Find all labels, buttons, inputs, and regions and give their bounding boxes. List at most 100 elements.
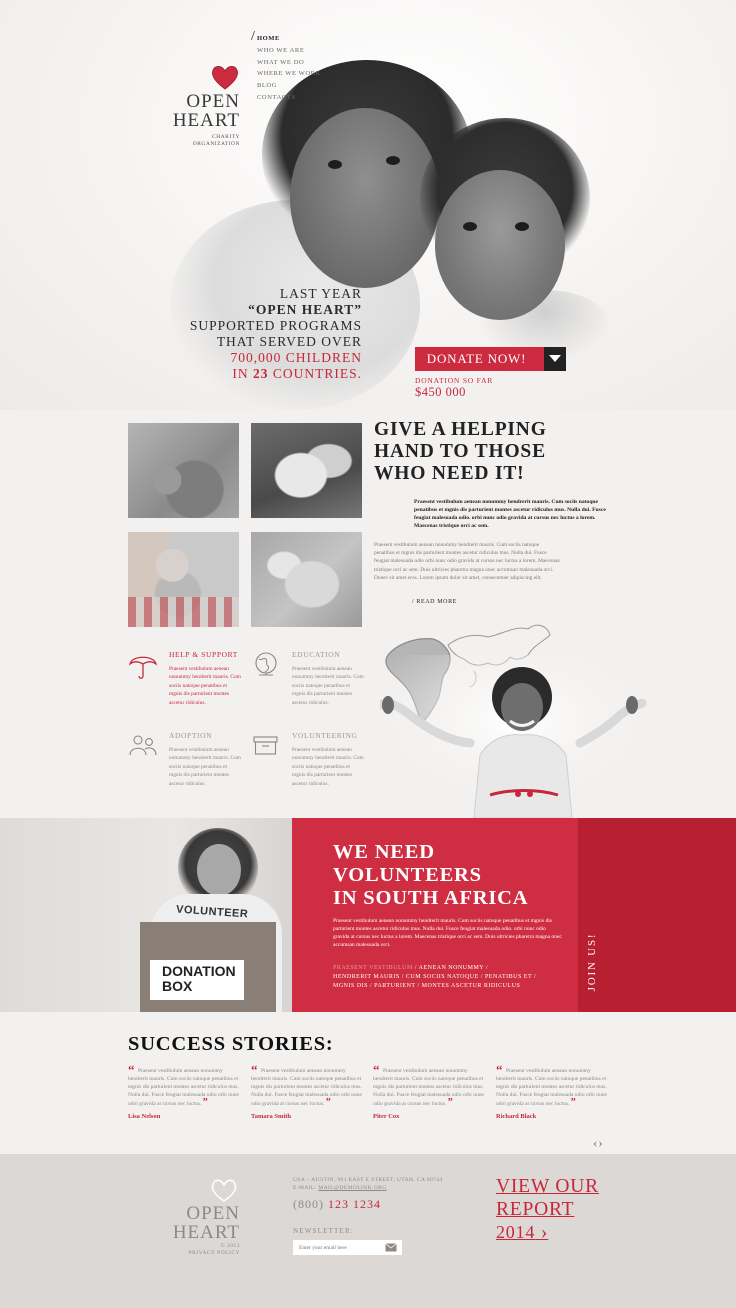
globe-icon [255, 652, 277, 676]
quote-open-icon: “ [373, 1062, 380, 1077]
envelope-icon[interactable] [385, 1243, 397, 1252]
quote-close-icon: ” [447, 1097, 453, 1109]
tagline-countries: IN 23 COUNTRIES. [232, 366, 362, 381]
nav-item-home[interactable]: HOME [257, 33, 321, 45]
newsletter-label: NEWSLETTER: [293, 1227, 355, 1235]
feature-text: Praesent vestibulum aenean nonummy hendr… [169, 747, 241, 787]
photo-girl-with-doll [128, 532, 239, 627]
donation-box-label: DONATION BOX [150, 960, 244, 1000]
chevron-left-icon[interactable]: ‹ [593, 1135, 597, 1150]
nav-item-what-we-do[interactable]: WHAT WE DO [257, 57, 321, 69]
logo-subtitle: CHARITY ORGANIZATION [192, 134, 240, 147]
tagline-line: LAST YEAR [279, 286, 362, 301]
tagline-brand: “OPEN HEART” [248, 302, 362, 317]
email-link[interactable]: MAIL@DEMOLINK.ORG [318, 1185, 386, 1191]
story-text: Praesent vestibulum aenean nonummy hendr… [373, 1068, 484, 1108]
photo-hands-ball [128, 423, 239, 518]
privacy-policy-link[interactable]: PRIVACY POLICY [160, 1250, 240, 1257]
helping-hand-lead: Praesent vestibulum aenean nonummy hendr… [414, 499, 606, 530]
helping-hand-heading: GIVE A HELPING HAND TO THOSE WHO NEED IT… [374, 419, 547, 484]
nav-item-where-we-work[interactable]: WHERE WE WORK [257, 68, 321, 80]
story-text: Praesent vestibulum aenean nonummy hendr… [128, 1068, 239, 1108]
eye [328, 160, 342, 169]
tagline-children-count: 700,000 CHILDREN [230, 350, 362, 365]
logo-name: OPEN HEART [172, 91, 240, 131]
quote-open-icon: “ [251, 1062, 258, 1077]
view-report-link[interactable]: VIEW OUR REPORT 2014 › [496, 1176, 636, 1245]
chevron-down-icon[interactable] [544, 347, 566, 371]
nav-item-contacts[interactable]: CONTACTS [257, 92, 321, 104]
story-card: “ Praesent vestibulum aenean nonummy hen… [128, 1063, 240, 1121]
hero-child-1-face [290, 108, 440, 288]
quote-close-icon: ” [570, 1097, 576, 1109]
success-stories-heading: SUCCESS STORIES: [128, 1033, 334, 1055]
footer-contact: USA – AUSTIN, 901 EAST E STREET, UTAH, C… [293, 1176, 443, 1192]
footer-logo-name: OPEN HEART [172, 1203, 240, 1243]
happy-girl-illustration [380, 655, 650, 818]
volunteer-tag[interactable]: HENDRERIT MAURIS / CUM SOCIIS NATOQUE / … [333, 973, 563, 982]
photo-holding-hands [251, 423, 362, 518]
join-us-button[interactable]: JOIN US! [578, 818, 610, 1012]
join-us-label: JOIN US! [586, 932, 598, 992]
donate-now-button[interactable]: DONATE NOW! [415, 347, 566, 371]
footer-phone: (800) 123 1234 [293, 1197, 381, 1211]
eye [463, 222, 477, 231]
volunteers-heading: WE NEED VOLUNTEERS IN SOUTH AFRICA [333, 841, 529, 909]
footer-legal: © 2013 PRIVACY POLICY [160, 1243, 240, 1257]
people-icon [129, 735, 157, 756]
nav-item-blog[interactable]: BLOG [257, 80, 321, 92]
photo-child-hand [251, 532, 362, 627]
story-text: Praesent vestibulum aenean nonummy hendr… [496, 1068, 607, 1108]
volunteers-body: Praesent vestibulum aenean nonummy hendr… [333, 918, 562, 949]
story-text: Praesent vestibulum aenean nonummy hendr… [251, 1068, 362, 1108]
donate-button-label: DONATE NOW! [426, 351, 527, 366]
chevron-right-icon: › [540, 1222, 549, 1243]
story-card: “ Praesent vestibulum aenean nonummy hen… [373, 1063, 485, 1121]
tagline-line: SUPPORTED PROGRAMS [189, 318, 362, 333]
eye [386, 156, 400, 165]
feature-title: ADOPTION [169, 731, 213, 740]
eye [515, 222, 529, 231]
story-author: Tamara Smith [251, 1113, 292, 1121]
volunteer-photo: VOLUNTEER DONATION BOX [0, 818, 292, 1012]
story-card: “ Praesent vestibulum aenean nonummy hen… [496, 1063, 608, 1121]
feature-text: Praesent vestibulum aenean nonummy hendr… [292, 747, 364, 787]
nav-item-who-we-are[interactable]: WHO WE ARE [257, 45, 321, 57]
quote-close-icon: ” [202, 1097, 208, 1109]
story-author: Lisa Nelson [128, 1113, 161, 1121]
address-text: USA – AUSTIN, 901 EAST E STREET, UTAH, C… [293, 1177, 443, 1183]
story-author: Piter Cox [373, 1113, 400, 1121]
volunteer-tag[interactable]: PRAESENT VESTIBULUM [333, 965, 413, 971]
heart-outline-icon [211, 1179, 237, 1202]
tagline-line: THAT SERVED OVER [216, 334, 362, 349]
donation-so-far-label: DONATION SO FAR [415, 376, 494, 385]
feature-title: HELP & SUPPORT [169, 650, 238, 659]
quote-open-icon: “ [496, 1062, 503, 1077]
volunteer-face [197, 844, 241, 896]
box-icon [253, 736, 278, 755]
hero-child-2-face [435, 170, 565, 320]
copyright-text: © 2013 [220, 1243, 240, 1249]
hero-section [0, 0, 736, 410]
volunteer-tag[interactable]: / AENEAN NONUMMY / [413, 965, 488, 971]
feature-text: Praesent vestibulum aenean nonummy hendr… [292, 666, 364, 706]
volunteer-tag[interactable]: MGNIS DIS / PARTURIENT / MONTES ASCETUR … [333, 982, 563, 991]
nav-active-marker: / [251, 29, 255, 44]
chevron-right-icon[interactable]: › [598, 1135, 602, 1150]
story-author: Richard Black [496, 1113, 537, 1121]
read-more-link[interactable]: / READ MORE [412, 599, 457, 605]
hero-tagline: LAST YEAR “OPEN HEART” SUPPORTED PROGRAM… [150, 286, 362, 382]
email-label: E-MAIL: [293, 1185, 317, 1191]
umbrella-icon [128, 656, 158, 679]
helping-hand-body: Praesent vestibulum aenean nonummy hendr… [374, 542, 560, 581]
heart-logo-icon [212, 65, 238, 90]
stories-pager: ‹› [593, 1134, 604, 1152]
donation-amount: $450 000 [415, 385, 466, 399]
quote-close-icon: ” [325, 1097, 331, 1109]
feature-title: VOLUNTEERING [292, 731, 358, 740]
feature-title: EDUCATION [292, 650, 341, 659]
quote-open-icon: “ [128, 1062, 135, 1077]
story-card: “ Praesent vestibulum aenean nonummy hen… [251, 1063, 363, 1121]
volunteers-tags: PRAESENT VESTIBULUM / AENEAN NONUMMY / H… [333, 964, 563, 991]
main-nav: / HOME WHO WE ARE WHAT WE DO WHERE WE WO… [251, 29, 321, 104]
